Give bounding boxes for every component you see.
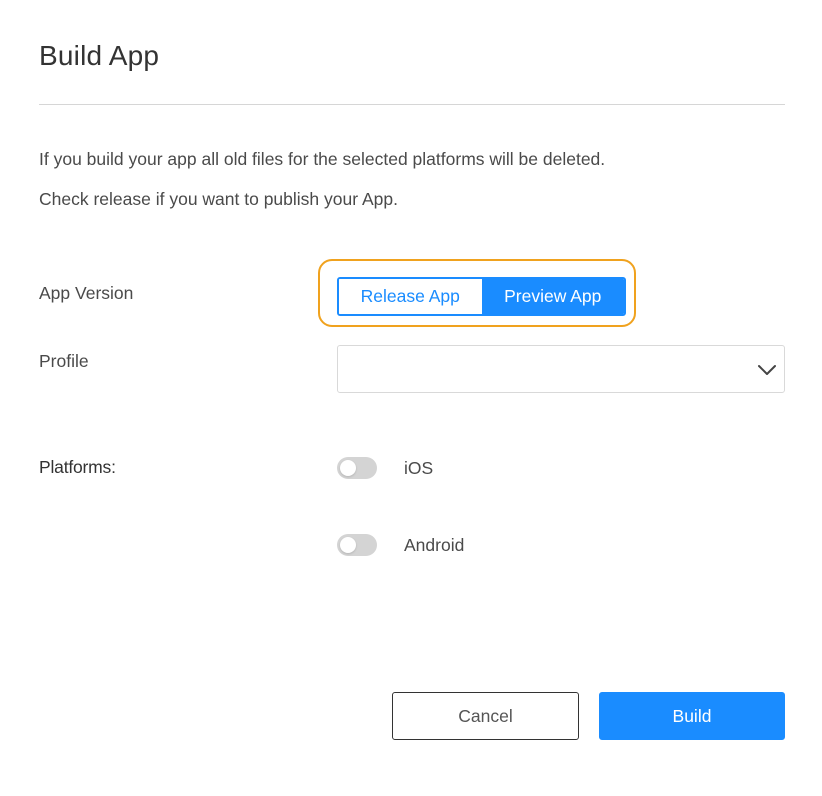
android-label: Android	[404, 535, 465, 555]
profile-select[interactable]	[337, 345, 785, 393]
description-line-2: Check release if you want to publish you…	[39, 189, 398, 209]
toggle-knob	[340, 460, 356, 476]
title-divider	[39, 104, 785, 105]
platform-row-android: Android	[337, 532, 464, 558]
build-button[interactable]: Build	[599, 692, 785, 740]
platform-row-ios: iOS	[337, 455, 433, 481]
build-app-dialog: Build App If you build your app all old …	[0, 0, 822, 796]
ios-label: iOS	[404, 458, 434, 478]
ios-toggle[interactable]	[337, 457, 377, 479]
toggle-knob	[340, 537, 356, 553]
app-version-toggle: Release App Preview App	[337, 277, 626, 316]
description-line-1: If you build your app all old files for …	[39, 149, 606, 169]
release-app-button[interactable]: Release App	[339, 279, 482, 314]
app-version-label: App Version	[39, 283, 134, 303]
android-toggle[interactable]	[337, 534, 377, 556]
cancel-button[interactable]: Cancel	[392, 692, 579, 740]
preview-app-button[interactable]: Preview App	[481, 279, 624, 314]
platforms-label: Platforms:	[39, 457, 116, 477]
profile-label: Profile	[39, 351, 89, 371]
chevron-down-icon	[757, 360, 777, 380]
dialog-title: Build App	[39, 40, 160, 71]
